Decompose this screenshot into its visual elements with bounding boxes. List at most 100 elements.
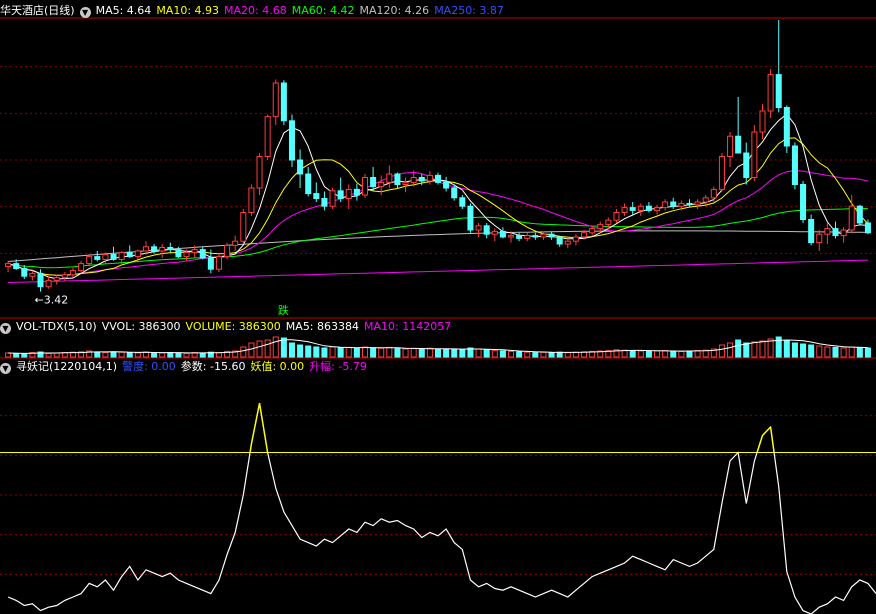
- candle-body: [134, 250, 141, 258]
- volume-bar: [394, 348, 401, 358]
- candle-body: [78, 263, 85, 272]
- candle-body: [126, 251, 133, 258]
- candle-body: [475, 225, 482, 231]
- candle-body: [410, 177, 417, 183]
- volume-bar: [288, 342, 295, 358]
- candle-body: [29, 272, 36, 277]
- candle-body: [840, 229, 847, 237]
- volume-bar: [645, 350, 652, 358]
- volume-bar: [572, 351, 579, 358]
- candle-body: [224, 244, 231, 258]
- volume-bar: [532, 352, 539, 358]
- candle-body: [345, 188, 352, 199]
- candle-body: [175, 249, 182, 258]
- volume-bar: [248, 342, 255, 358]
- candle-body: [297, 159, 304, 175]
- candle-body: [654, 207, 661, 211]
- volume-bar: [491, 350, 498, 358]
- candle-body: [53, 277, 60, 281]
- candle-body: [581, 232, 588, 238]
- candle-body: [288, 120, 295, 161]
- candle-body: [86, 256, 93, 265]
- ma-legend-1: MA10: 4.93: [156, 4, 220, 17]
- candle-body: [605, 219, 612, 225]
- volume-bar: [824, 346, 831, 358]
- volume-bar: [808, 344, 815, 358]
- candle-body: [686, 202, 693, 206]
- candle-body: [434, 174, 442, 183]
- volume-bar: [856, 346, 863, 358]
- candle-body: [102, 254, 109, 260]
- volume-bar: [175, 352, 182, 358]
- candle-body: [280, 82, 287, 122]
- candle-body: [321, 198, 328, 207]
- candle-body: [524, 235, 531, 239]
- indicator-settings-toggle[interactable]: ▼: [0, 363, 11, 374]
- candle-body: [589, 228, 596, 234]
- volume-bar: [167, 352, 174, 358]
- candle-body: [378, 181, 385, 188]
- candle-body: [718, 156, 725, 190]
- volume-bar: [297, 344, 304, 358]
- ma-legend-5: MA250: 3.87: [434, 4, 504, 17]
- candle-body: [710, 188, 717, 199]
- volume-bar: [718, 344, 725, 358]
- candle-body: [248, 187, 255, 213]
- candle-body: [94, 256, 101, 260]
- candle-body: [532, 235, 539, 238]
- candle-body: [142, 246, 149, 252]
- candle-body: [743, 152, 750, 178]
- volume-bar: [5, 352, 12, 358]
- volume-bar: [864, 347, 871, 358]
- indicator-alert-segment: [250, 403, 261, 445]
- volume-bar: [321, 347, 328, 358]
- volume-bar: [134, 352, 141, 358]
- candle-body: [402, 181, 409, 185]
- indicator-legend-0: 警度: 0.00: [122, 360, 176, 373]
- candle-body: [637, 205, 644, 211]
- ma-settings-toggle[interactable]: ▼: [79, 7, 91, 18]
- candle-body: [207, 257, 214, 270]
- candle-body: [459, 197, 466, 207]
- candle-body: [45, 279, 52, 288]
- indicator-alert-segment: [258, 403, 269, 453]
- candle-body: [856, 205, 863, 224]
- candle-body: [305, 173, 312, 195]
- volume-bar: [670, 350, 677, 358]
- indicator-alert-segment: [761, 426, 772, 436]
- indicator-alert-segment: [249, 443, 253, 453]
- volume-bar: [402, 348, 409, 358]
- volume-bar: [451, 348, 458, 358]
- volume-bar: [767, 338, 774, 358]
- volume-bar: [434, 348, 442, 358]
- volume-bar: [410, 348, 417, 358]
- candle-body: [118, 251, 125, 260]
- candle-body: [507, 235, 515, 238]
- candle-body: [313, 193, 320, 200]
- candle-body: [564, 240, 571, 245]
- event-marker-label: 跌: [278, 303, 289, 317]
- volume-bar: [564, 352, 571, 358]
- candle-body: [816, 233, 823, 244]
- indicator-legend-3: 升幅: -5.79: [309, 360, 367, 373]
- candle-body: [548, 233, 555, 238]
- candle-body: [751, 131, 758, 178]
- candle-body: [370, 177, 377, 188]
- volume-title: VOL-TDX(5,10): [16, 320, 97, 333]
- price-panel-header: 华天酒店(日线) ▼ MA5: 4.64 MA10: 4.93 MA20: 4.68 MA…: [0, 3, 514, 19]
- volume-settings-toggle[interactable]: ▼: [0, 323, 11, 334]
- volume-bar: [199, 352, 206, 358]
- candle-body: [597, 223, 604, 230]
- volume-bar: [556, 351, 563, 358]
- candle-body: [800, 184, 807, 220]
- candle-body: [5, 263, 12, 267]
- candle-body: [832, 228, 839, 237]
- volume-bar: [443, 348, 450, 358]
- candle-body: [21, 268, 28, 277]
- indicator-alert-segment: [756, 435, 764, 453]
- volume-bar: [621, 349, 628, 358]
- candle-body: [191, 249, 198, 253]
- indicator-legend-2: 妖值: 0.00: [250, 360, 305, 373]
- indicator-legend-1: 参数: -15.60: [180, 360, 246, 373]
- volume-bar: [516, 351, 523, 358]
